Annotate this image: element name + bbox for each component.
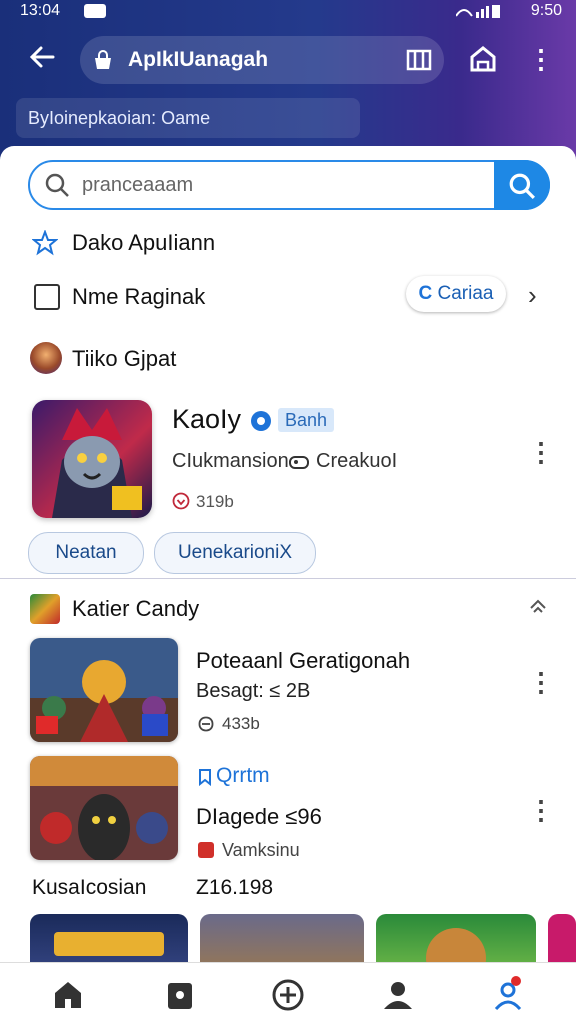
status-icon bbox=[198, 842, 214, 858]
browser-toolbar: ApIkIUanagah ⋮ bbox=[0, 30, 576, 90]
heart-icon bbox=[172, 492, 190, 510]
summary-value: Z16.198 bbox=[196, 876, 274, 899]
status-right-time: 9:50 bbox=[530, 2, 562, 19]
chevron-right-icon[interactable]: › bbox=[528, 280, 537, 311]
tag-icon bbox=[199, 769, 211, 786]
game-more-button[interactable]: ⋮ bbox=[528, 796, 554, 828]
list-item-favorites[interactable]: Dako ApuIiann bbox=[0, 222, 576, 262]
section-header-profile: Tiiko Gjpat bbox=[0, 338, 576, 378]
game-subtitle: Besagt: ≤ 2B bbox=[196, 680, 311, 702]
nav-add-icon[interactable] bbox=[266, 973, 310, 1017]
thumbnail[interactable] bbox=[30, 914, 188, 962]
app-icon bbox=[32, 400, 152, 518]
lock-icon bbox=[95, 50, 111, 69]
divider bbox=[0, 578, 576, 579]
thumbnail[interactable] bbox=[376, 914, 536, 962]
game-thumbnail bbox=[30, 638, 178, 742]
search-icon bbox=[509, 173, 535, 199]
avatar bbox=[30, 342, 62, 374]
game-meta: Vamksinu bbox=[222, 840, 300, 860]
more-menu-button[interactable]: ⋮ bbox=[528, 44, 554, 76]
checkbox-icon[interactable] bbox=[34, 284, 60, 310]
list-item-option[interactable]: Nme Raginak C Cariaa › bbox=[0, 276, 576, 316]
game-meta: 433b bbox=[222, 714, 260, 733]
list-item[interactable]: Poteaanl Geratigonah Besagt: ≤ 2B 433b ⋮ bbox=[0, 638, 576, 750]
url-text: ApIkIUanagah bbox=[128, 48, 269, 71]
game-thumbnail bbox=[30, 756, 178, 860]
cario-button[interactable]: C Cariaa bbox=[406, 276, 506, 312]
status-bar: 13:04 9:50 bbox=[0, 0, 576, 24]
kebab-icon: ⋮ bbox=[528, 44, 554, 74]
status-time: 13:04 bbox=[20, 2, 61, 19]
gamepad-icon bbox=[289, 456, 309, 469]
thumbnail[interactable] bbox=[548, 914, 576, 962]
app-meta: 319b bbox=[196, 492, 234, 511]
nav-home-icon[interactable] bbox=[46, 973, 90, 1017]
kebab-icon: ⋮ bbox=[528, 795, 554, 825]
collapse-icon[interactable] bbox=[526, 594, 550, 618]
status-badge: Banh bbox=[278, 408, 334, 432]
coin-icon bbox=[198, 716, 214, 732]
nav-profile-icon[interactable] bbox=[488, 973, 532, 1017]
app-subtitle-2: CreakuoI bbox=[316, 450, 398, 472]
home-icon[interactable] bbox=[468, 44, 498, 74]
search-button[interactable] bbox=[494, 160, 550, 210]
thumbnail[interactable] bbox=[200, 914, 364, 962]
game-title: DIagede ≤96 bbox=[196, 804, 322, 829]
back-icon bbox=[29, 46, 55, 68]
page-subtitle: ByIoinepkaoian: Oame bbox=[16, 98, 360, 138]
app-more-button[interactable]: ⋮ bbox=[528, 438, 554, 470]
kebab-icon: ⋮ bbox=[528, 437, 554, 467]
row-label: Nme Raginak bbox=[72, 284, 206, 309]
verified-icon bbox=[251, 411, 271, 431]
notification-icon bbox=[84, 4, 106, 18]
category-icon bbox=[30, 594, 60, 624]
chip-tag[interactable]: Neatan bbox=[28, 532, 144, 574]
row-label: Dako ApuIiann bbox=[72, 230, 216, 255]
app-title: KaoIy bbox=[172, 404, 242, 434]
chip-tag[interactable]: UenekarioniX bbox=[154, 532, 316, 574]
cario-button-label: Cariaa bbox=[437, 283, 494, 304]
signal-icon bbox=[456, 5, 500, 18]
section-header-category: Katier Candy bbox=[0, 590, 576, 630]
url-bar[interactable]: ApIkIUanagah bbox=[80, 36, 444, 84]
star-icon bbox=[32, 230, 58, 256]
refresh-icon: C bbox=[418, 283, 433, 304]
bottom-navigation bbox=[0, 962, 576, 1025]
app-subtitle: CIukmansion bbox=[172, 450, 289, 472]
kebab-icon: ⋮ bbox=[528, 667, 554, 697]
game-title: Poteaanl Geratigonah bbox=[196, 648, 411, 673]
section-title: Katier Candy bbox=[72, 596, 200, 621]
book-icon[interactable] bbox=[406, 48, 432, 72]
thumbnail-strip bbox=[0, 914, 576, 962]
summary-label: KusaIcosian bbox=[32, 876, 147, 899]
list-item[interactable]: Qrrtm DIagede ≤96 Vamksinu ⋮ bbox=[0, 756, 576, 868]
game-more-button[interactable]: ⋮ bbox=[528, 668, 554, 700]
search-bar[interactable]: pranceaaam bbox=[28, 160, 550, 210]
back-button[interactable] bbox=[24, 42, 60, 78]
content-sheet: pranceaaam Dako ApuIiann Nme Raginak C C… bbox=[0, 146, 576, 962]
nav-camera-icon[interactable] bbox=[158, 973, 202, 1017]
app-header: 13:04 9:50 ApIkIUanagah ⋮ ByIoinepkaoian… bbox=[0, 0, 576, 160]
nav-user-icon[interactable] bbox=[376, 973, 420, 1017]
search-input[interactable]: pranceaaam bbox=[82, 174, 193, 197]
search-icon bbox=[45, 173, 69, 197]
section-title: Tiiko Gjpat bbox=[72, 346, 177, 371]
game-tag: Qrrtm bbox=[216, 764, 270, 787]
